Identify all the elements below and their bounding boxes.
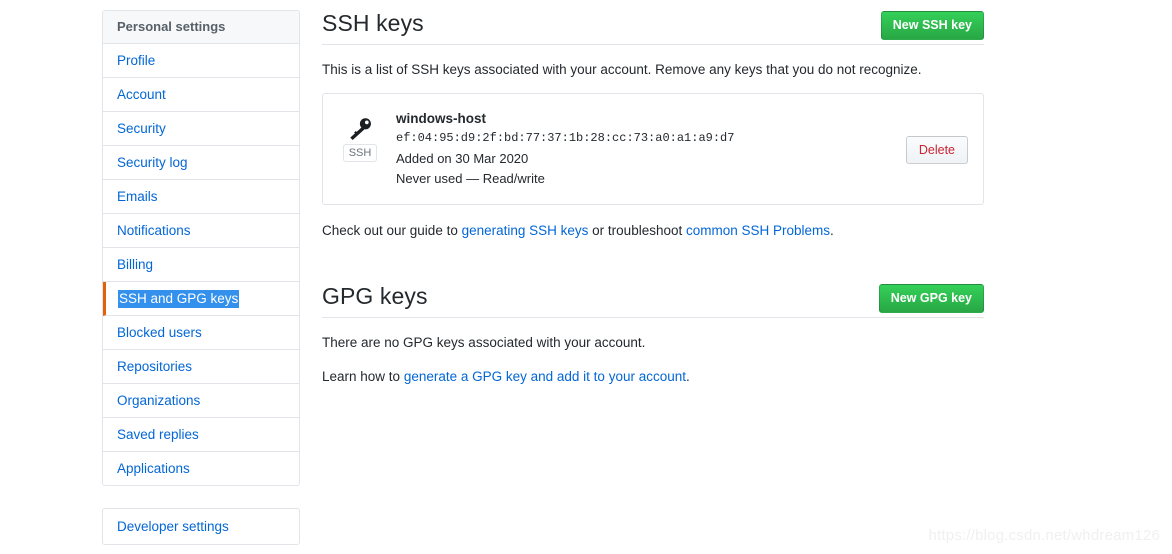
sidebar-item-label: Emails bbox=[117, 189, 158, 204]
gpg-keys-section: GPG keys New GPG key There are no GPG ke… bbox=[322, 281, 984, 387]
sidebar-item-label: Applications bbox=[117, 461, 190, 476]
delete-ssh-key-button[interactable]: Delete bbox=[905, 136, 968, 164]
sidebar-item-label: Repositories bbox=[117, 359, 193, 374]
sidebar-item-emails[interactable]: Emails bbox=[103, 180, 299, 214]
main-content: SSH keys New SSH key This is a list of S… bbox=[322, 8, 984, 400]
developer-settings-nav: Developer settings bbox=[102, 508, 300, 545]
ssh-key-usage: Never used — Read/write bbox=[396, 171, 545, 186]
sidebar-item-repositories[interactable]: Repositories bbox=[103, 350, 299, 384]
sidebar-item-label: SSH and GPG keys bbox=[118, 290, 240, 308]
sidebar-item-organizations[interactable]: Organizations bbox=[103, 384, 299, 418]
ssh-key-badge: SSH bbox=[338, 108, 382, 162]
gpg-keys-header: GPG keys New GPG key bbox=[322, 281, 984, 317]
sidebar-item-profile[interactable]: Profile bbox=[103, 44, 299, 78]
ssh-keys-header: SSH keys New SSH key bbox=[322, 8, 984, 44]
learn-suffix-text: . bbox=[686, 368, 690, 384]
sidebar-item-security[interactable]: Security bbox=[103, 112, 299, 146]
ssh-key-fingerprint: ef:04:95:d9:2f:bd:77:37:1b:28:cc:73:a0:a… bbox=[396, 131, 735, 145]
ssh-keys-section: SSH keys New SSH key This is a list of S… bbox=[322, 8, 984, 241]
ssh-guide-line: Check out our guide to generating SSH ke… bbox=[322, 221, 984, 241]
sidebar-item-label: Profile bbox=[117, 53, 156, 68]
sidebar-item-billing[interactable]: Billing bbox=[103, 248, 299, 282]
sidebar-item-label: Security bbox=[117, 121, 166, 136]
learn-prefix-text: Learn how to bbox=[322, 368, 404, 384]
sidebar-item-label: Notifications bbox=[117, 223, 191, 238]
personal-settings-nav: Personal settings Profile Account Securi… bbox=[102, 10, 300, 486]
sidebar-item-label: Organizations bbox=[117, 393, 201, 408]
ssh-key-info: windows-host ef:04:95:d9:2f:bd:77:37:1b:… bbox=[382, 108, 968, 188]
sidebar-item-developer-settings[interactable]: Developer settings bbox=[103, 509, 299, 544]
sidebar-item-notifications[interactable]: Notifications bbox=[103, 214, 299, 248]
gpg-learn-line: Learn how to generate a GPG key and add … bbox=[322, 367, 984, 387]
sidebar-header: Personal settings bbox=[103, 11, 299, 44]
sidebar-item-label: Security log bbox=[117, 155, 188, 170]
settings-sidebar: Personal settings Profile Account Securi… bbox=[102, 10, 300, 545]
ssh-key-tag: SSH bbox=[342, 144, 378, 162]
key-icon bbox=[338, 114, 382, 142]
sidebar-item-label: Blocked users bbox=[117, 325, 202, 340]
ssh-keys-intro: This is a list of SSH keys associated wi… bbox=[322, 62, 922, 77]
common-ssh-problems-link[interactable]: common SSH Problems bbox=[686, 223, 830, 238]
ssh-key-added-date: Added on 30 Mar 2020 bbox=[396, 151, 529, 166]
ssh-key-card: SSH windows-host ef:04:95:d9:2f:bd:77:37… bbox=[322, 93, 984, 205]
guide-prefix-text: Check out our guide to bbox=[322, 223, 462, 238]
guide-suffix-text: . bbox=[830, 223, 834, 238]
new-ssh-key-button[interactable]: New SSH key bbox=[880, 11, 984, 40]
sidebar-item-security-log[interactable]: Security log bbox=[103, 146, 299, 180]
generating-ssh-keys-link[interactable]: generating SSH keys bbox=[462, 223, 589, 238]
guide-middle-text: or troubleshoot bbox=[588, 223, 686, 238]
ssh-section-divider bbox=[322, 44, 984, 45]
ssh-key-row: SSH windows-host ef:04:95:d9:2f:bd:77:37… bbox=[338, 108, 968, 188]
sidebar-item-account[interactable]: Account bbox=[103, 78, 299, 112]
sidebar-item-applications[interactable]: Applications bbox=[103, 452, 299, 485]
settings-page: Personal settings Profile Account Securi… bbox=[0, 0, 1172, 554]
gpg-empty-message: There are no GPG keys associated with yo… bbox=[322, 335, 646, 350]
sidebar-item-label: Account bbox=[117, 87, 166, 102]
sidebar-item-blocked-users[interactable]: Blocked users bbox=[103, 316, 299, 350]
new-gpg-key-button[interactable]: New GPG key bbox=[878, 284, 984, 313]
sidebar-item-label: Saved replies bbox=[117, 427, 199, 442]
sidebar-item-ssh-and-gpg-keys[interactable]: SSH and GPG keys bbox=[103, 282, 299, 316]
gpg-section-divider bbox=[322, 317, 984, 318]
generate-gpg-key-link[interactable]: generate a GPG key and add it to your ac… bbox=[404, 369, 686, 384]
sidebar-item-label: Billing bbox=[117, 257, 154, 272]
ssh-key-title: windows-host bbox=[396, 111, 486, 126]
sidebar-item-saved-replies[interactable]: Saved replies bbox=[103, 418, 299, 452]
watermark-text: https://blog.csdn.net/whdream126 bbox=[928, 527, 1160, 544]
